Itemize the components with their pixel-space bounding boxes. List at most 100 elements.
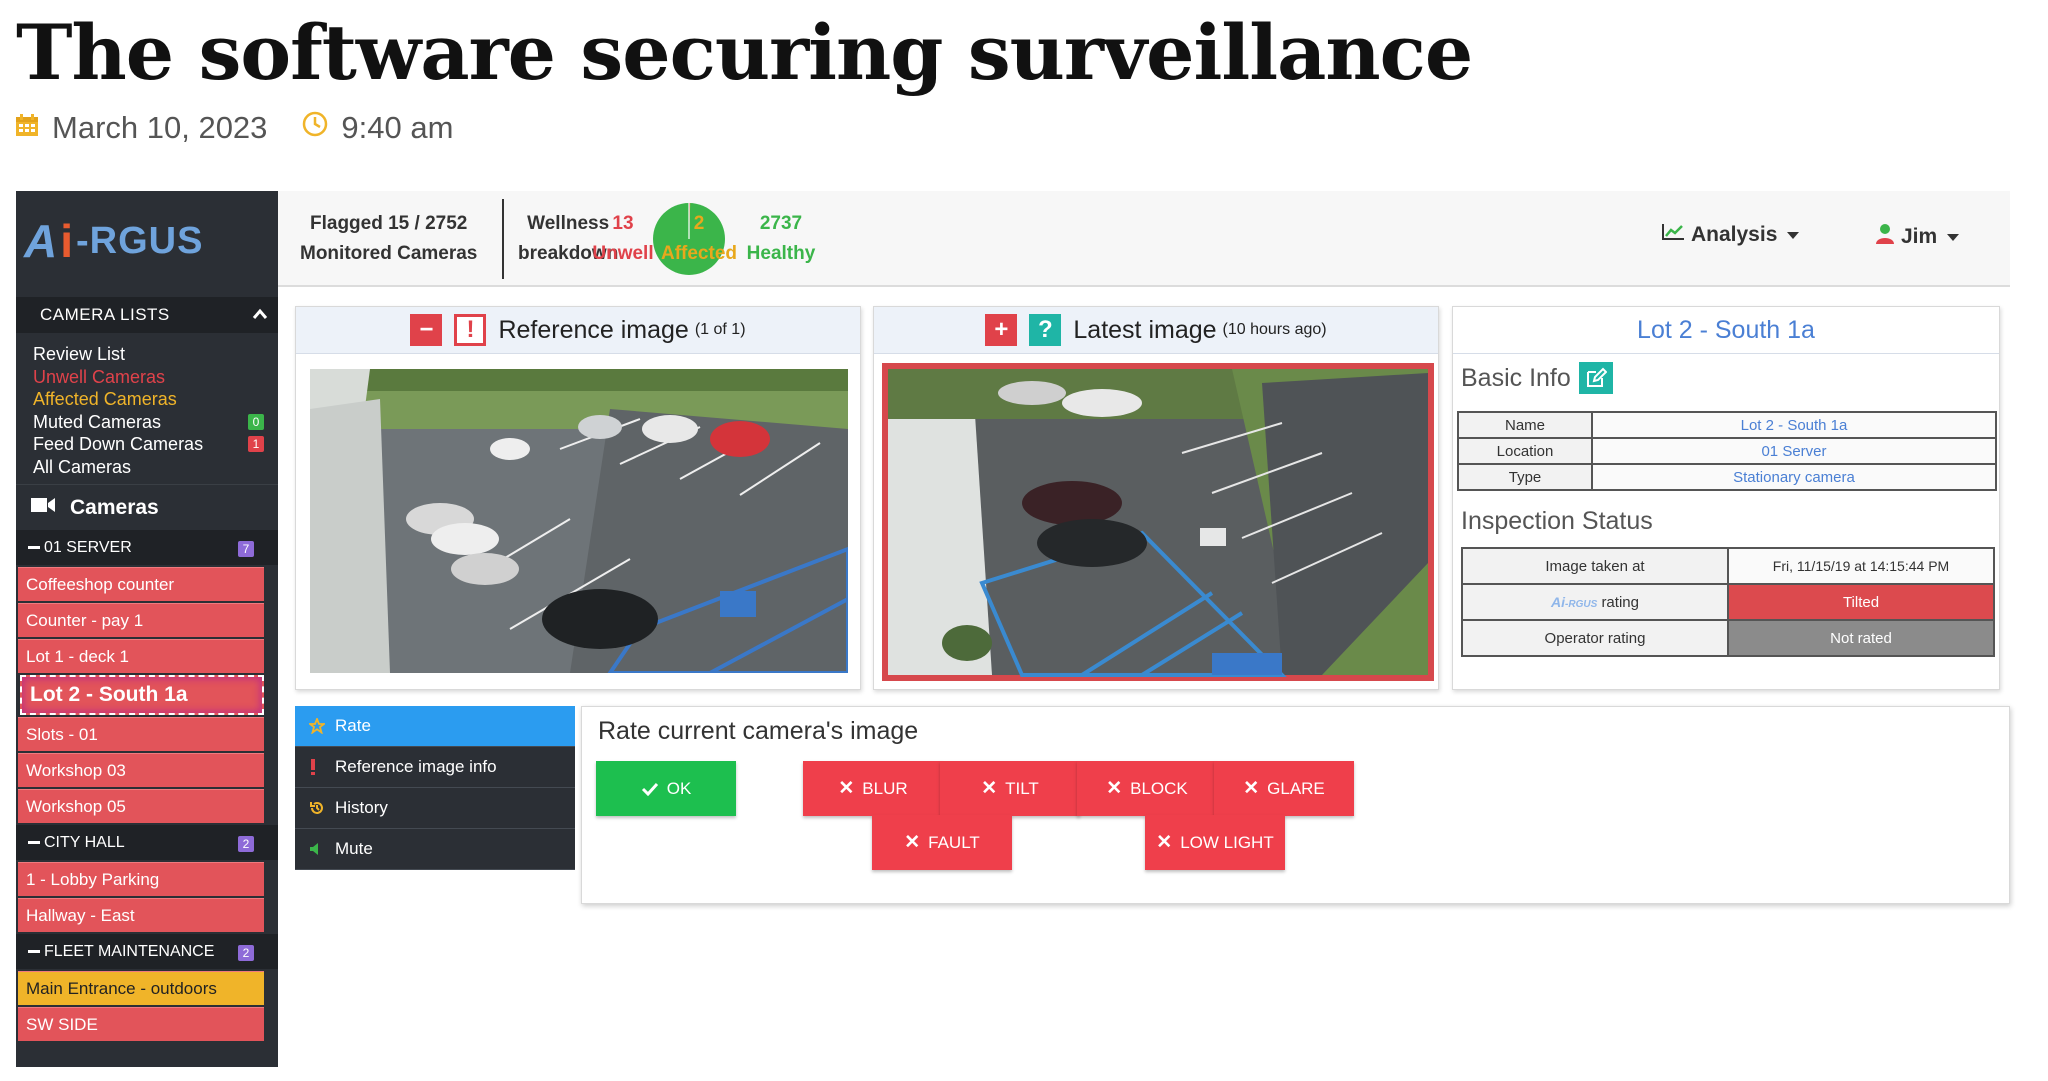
camera-item[interactable]: 1 - Lobby Parking [18, 862, 264, 896]
basic-info-table: Name Lot 2 - South 1a Location 01 Server Typ… [1457, 411, 1997, 491]
camera-list-item[interactable]: Feed Down Cameras 1 [33, 433, 278, 456]
exclamation-icon[interactable]: ! [454, 314, 487, 346]
flagged-count: Flagged 15 / 2752 [310, 213, 468, 234]
volume-icon [309, 842, 335, 856]
minus-icon [28, 545, 40, 549]
basic-info-label: Basic Info [1461, 363, 1571, 392]
ok-label: OK [666, 778, 692, 798]
menu-item-label: Rate [335, 716, 371, 735]
close-icon: ✕ [1156, 832, 1173, 853]
menu-item-label: Mute [335, 839, 373, 858]
exclamation-icon [309, 758, 335, 776]
wellness-stat[interactable]: 2737 Healthy [741, 209, 821, 269]
latest-image-panel: + ? Latest image (10 hours ago) [873, 306, 1439, 690]
rate-button-label: LOW LIGHT [1180, 832, 1274, 852]
logo-i: i [60, 215, 75, 267]
user-menu[interactable]: Jim [1875, 223, 1960, 251]
chart-icon [1661, 223, 1685, 247]
menu-item-history[interactable]: History [295, 788, 575, 829]
blur-button[interactable]: ✕ BLUR [803, 761, 943, 816]
camera-item[interactable]: Lot 2 - South 1a [20, 675, 264, 715]
star-icon [309, 718, 335, 734]
camera-list-label: Muted Cameras [33, 411, 162, 432]
basic-info-row: Location 01 Server [1457, 437, 1997, 465]
camera-lists-header[interactable]: CAMERA LISTS [16, 297, 278, 333]
camera-item[interactable]: Counter - pay 1 [18, 603, 264, 637]
basic-info-row: Name Lot 2 - South 1a [1457, 411, 1997, 439]
inspection-row: Image taken at Fri, 11/15/19 at 14:15:44… [1461, 547, 1995, 585]
camera-list-label: Affected Cameras [33, 389, 177, 409]
basic-info-value[interactable]: Stationary camera [1591, 463, 1997, 491]
article-title: The software securing surveillance [16, 8, 1473, 97]
app-logo[interactable]: Ai -RGUS [16, 191, 278, 291]
camera-item[interactable]: Hallway - East [18, 898, 264, 932]
caret-down-icon [1787, 231, 1800, 239]
camera-item[interactable]: Slots - 01 [18, 717, 264, 751]
reference-image-header: − ! Reference image (1 of 1) [296, 307, 860, 354]
camera-item[interactable]: SW SIDE [18, 1007, 264, 1041]
rate-button-label: BLOCK [1130, 778, 1188, 798]
camera-group-label: CITY HALL [28, 834, 125, 852]
camera-item[interactable]: Workshop 05 [18, 789, 264, 823]
basic-info-value[interactable]: 01 Server [1591, 437, 1997, 465]
clock-icon [301, 110, 329, 146]
close-icon: ✕ [981, 778, 998, 799]
latest-image[interactable] [882, 363, 1434, 681]
wellness-stat[interactable]: 13 Unwell [583, 209, 663, 269]
camera-list-label: All Cameras [33, 456, 132, 477]
fault-button[interactable]: ✕ FAULT [872, 815, 1012, 870]
check-icon [641, 782, 658, 796]
camera-group-name: 01 SERVER [44, 538, 132, 556]
low-light-button[interactable]: ✕ LOW LIGHT [1145, 815, 1285, 870]
analysis-label: Analysis [1691, 223, 1778, 246]
basic-info-row: Type Stationary camera [1457, 463, 1997, 491]
camera-list-item[interactable]: Review List [33, 343, 278, 366]
operator-rating-key: Operator rating [1461, 619, 1729, 657]
inspection-row: Operator rating Not rated [1461, 619, 1995, 657]
camera-group-name: CITY HALL [44, 833, 125, 851]
wellness-stat-label: Affected [660, 243, 737, 264]
edit-icon[interactable] [1578, 362, 1613, 394]
reference-image-panel: − ! Reference image (1 of 1) [295, 306, 861, 690]
latest-image-header: + ? Latest image (10 hours ago) [874, 307, 1438, 354]
camera-list-item[interactable]: Affected Cameras [33, 388, 278, 411]
minus-icon[interactable]: − [410, 314, 443, 346]
reference-image[interactable] [310, 369, 848, 673]
analysis-dropdown[interactable]: Analysis [1661, 223, 1800, 247]
ok-button[interactable]: OK [596, 761, 736, 816]
rate-button-label: GLARE [1267, 778, 1325, 798]
ai-rating-key: Ai-RGUS rating [1461, 583, 1729, 621]
basic-info-value[interactable]: Lot 2 - South 1a [1591, 411, 1997, 439]
block-button[interactable]: ✕ BLOCK [1077, 761, 1217, 816]
camera-group-header[interactable]: FLEET MAINTENANCE 2 [16, 934, 278, 969]
plus-icon[interactable]: + [985, 314, 1018, 346]
count-badge: 0 [248, 413, 264, 430]
tilt-button[interactable]: ✕ TILT [940, 761, 1080, 816]
question-icon[interactable]: ? [1029, 314, 1062, 346]
reference-image-title: Reference image [498, 315, 689, 344]
camera-list-label: Unwell Cameras [33, 366, 166, 387]
camera-group-header[interactable]: CITY HALL 2 [16, 825, 278, 860]
camera-list-item[interactable]: Muted Cameras 0 [33, 411, 278, 434]
camera-group-header[interactable]: 01 SERVER 7 [16, 530, 278, 565]
basic-info-key: Type [1457, 463, 1593, 491]
rate-button-label: TILT [1005, 778, 1039, 798]
rate-panel: Rate current camera's image OK ✕ BLUR ✕ TIL… [581, 706, 2010, 904]
menu-item-rate[interactable]: Rate [295, 706, 575, 747]
menu-item-reference-image-info[interactable]: Reference image info [295, 747, 575, 788]
count-badge: 1 [248, 436, 264, 452]
menu-item-label: Reference image info [335, 757, 497, 776]
camera-list-item[interactable]: Unwell Cameras [33, 366, 278, 389]
camera-lists: Review List Unwell Cameras Affected Camera… [16, 333, 278, 484]
wellness-stat[interactable]: 2 Affected [659, 209, 739, 269]
camera-item[interactable]: Main Entrance - outdoors [18, 971, 264, 1005]
camera-list-item[interactable]: All Cameras [33, 456, 278, 479]
camera-group-label: FLEET MAINTENANCE [28, 943, 214, 961]
chevron-up-icon[interactable] [252, 305, 268, 325]
menu-item-mute[interactable]: Mute [295, 829, 575, 870]
wellness-stat-value: 13 [612, 213, 634, 234]
camera-item[interactable]: Lot 1 - deck 1 [18, 639, 264, 673]
camera-item[interactable]: Coffeeshop counter [18, 567, 264, 601]
camera-item[interactable]: Workshop 03 [18, 753, 264, 787]
glare-button[interactable]: ✕ GLARE [1214, 761, 1354, 816]
